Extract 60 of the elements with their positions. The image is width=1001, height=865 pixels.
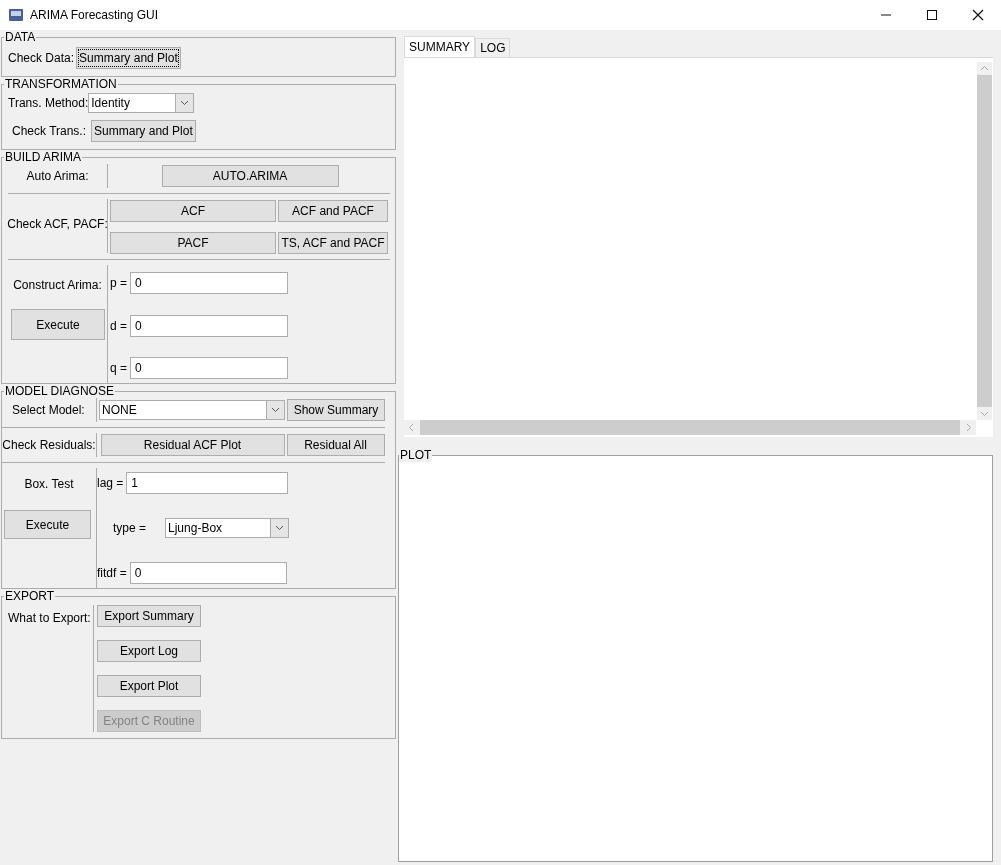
section-title: DATA — [4, 31, 37, 44]
vertical-scrollbar[interactable] — [977, 62, 992, 420]
parameter-input[interactable]: 0 — [130, 314, 288, 337]
export-button[interactable]: Export Plot — [97, 675, 201, 697]
parameter-label: p = — [110, 276, 127, 290]
construct-arima-label: Construct Arima: — [13, 278, 102, 292]
chevron-up-icon[interactable] — [980, 65, 989, 71]
check-data-label: Check Data: — [8, 51, 75, 65]
parameter-input[interactable]: 0 — [130, 357, 288, 379]
chevron-down-icon[interactable] — [980, 411, 989, 417]
show-summary-button[interactable]: Show Summary — [287, 399, 385, 421]
chevron-down-icon — [271, 407, 280, 413]
chevron-down-icon — [180, 100, 190, 106]
model-dropdown[interactable]: NONE — [99, 400, 285, 420]
what-to-export-label: What to Export: — [8, 611, 91, 625]
fitdf-input[interactable]: 0 — [129, 562, 287, 584]
fitdf-label: fitdf = — [97, 566, 127, 580]
check-acf-pacf-label: Check ACF, PACF: — [7, 217, 108, 231]
parameter-input[interactable]: 0 — [130, 272, 288, 294]
acf-button[interactable]: TS, ACF and PACF — [278, 232, 388, 254]
residual-button[interactable]: Residual All — [286, 434, 385, 456]
parameter-label: q = — [110, 361, 127, 375]
trans-method-dropdown[interactable]: Identity — [88, 93, 195, 113]
section-title: MODEL DIAGNOSE — [4, 385, 115, 398]
section-title: PLOT — [399, 449, 433, 462]
lag-label: lag = — [97, 476, 124, 490]
window-title: ARIMA Forecasting GUI — [30, 8, 159, 22]
horizontal-scrollbar[interactable] — [404, 420, 976, 435]
app-icon — [8, 7, 24, 23]
parameter-label: d = — [110, 318, 127, 333]
auto-arima-button[interactable]: AUTO.ARIMA — [161, 165, 339, 187]
lag-input[interactable]: 1 — [126, 472, 289, 494]
chevron-left-icon[interactable] — [408, 423, 414, 432]
summary-and-plot-button[interactable]: Summary and Plot — [91, 120, 196, 142]
close-icon[interactable] — [972, 9, 984, 21]
acf-button[interactable]: ACF — [110, 200, 276, 222]
section-title: EXPORT — [4, 590, 56, 603]
execute-button[interactable]: Execute — [4, 510, 91, 539]
section-title: TRANSFORMATION — [4, 78, 118, 91]
check-trans-label: Check Trans.: — [12, 124, 87, 138]
type-dropdown[interactable]: Ljung-Box — [165, 518, 290, 538]
export-button[interactable]: Export Log — [97, 640, 201, 662]
maximize-icon[interactable] — [926, 9, 938, 21]
auto-arima-label: Auto Arima: — [26, 169, 89, 183]
chevron-right-icon[interactable] — [966, 423, 972, 432]
chevron-down-icon — [275, 525, 285, 531]
export-button[interactable]: Export Summary — [97, 605, 201, 627]
type-label: type = — [113, 521, 147, 535]
summary-and-plot-button[interactable]: Summary and Plot — [76, 47, 181, 69]
box-test-label: Box. Test — [24, 477, 74, 491]
tab[interactable]: SUMMARY — [404, 36, 476, 57]
acf-button[interactable]: PACF — [110, 232, 276, 254]
check-residuals-label: Check Residuals: — [2, 438, 96, 452]
section-title: BUILD ARIMA — [4, 151, 83, 164]
residual-button[interactable]: Residual ACF Plot — [100, 434, 285, 456]
select-model-label: Select Model: — [12, 403, 85, 417]
trans-method-label: Trans. Method: — [8, 96, 89, 110]
execute-button[interactable]: Execute — [11, 309, 105, 340]
tab[interactable]: LOG — [475, 38, 511, 57]
acf-button[interactable]: ACF and PACF — [278, 200, 388, 222]
